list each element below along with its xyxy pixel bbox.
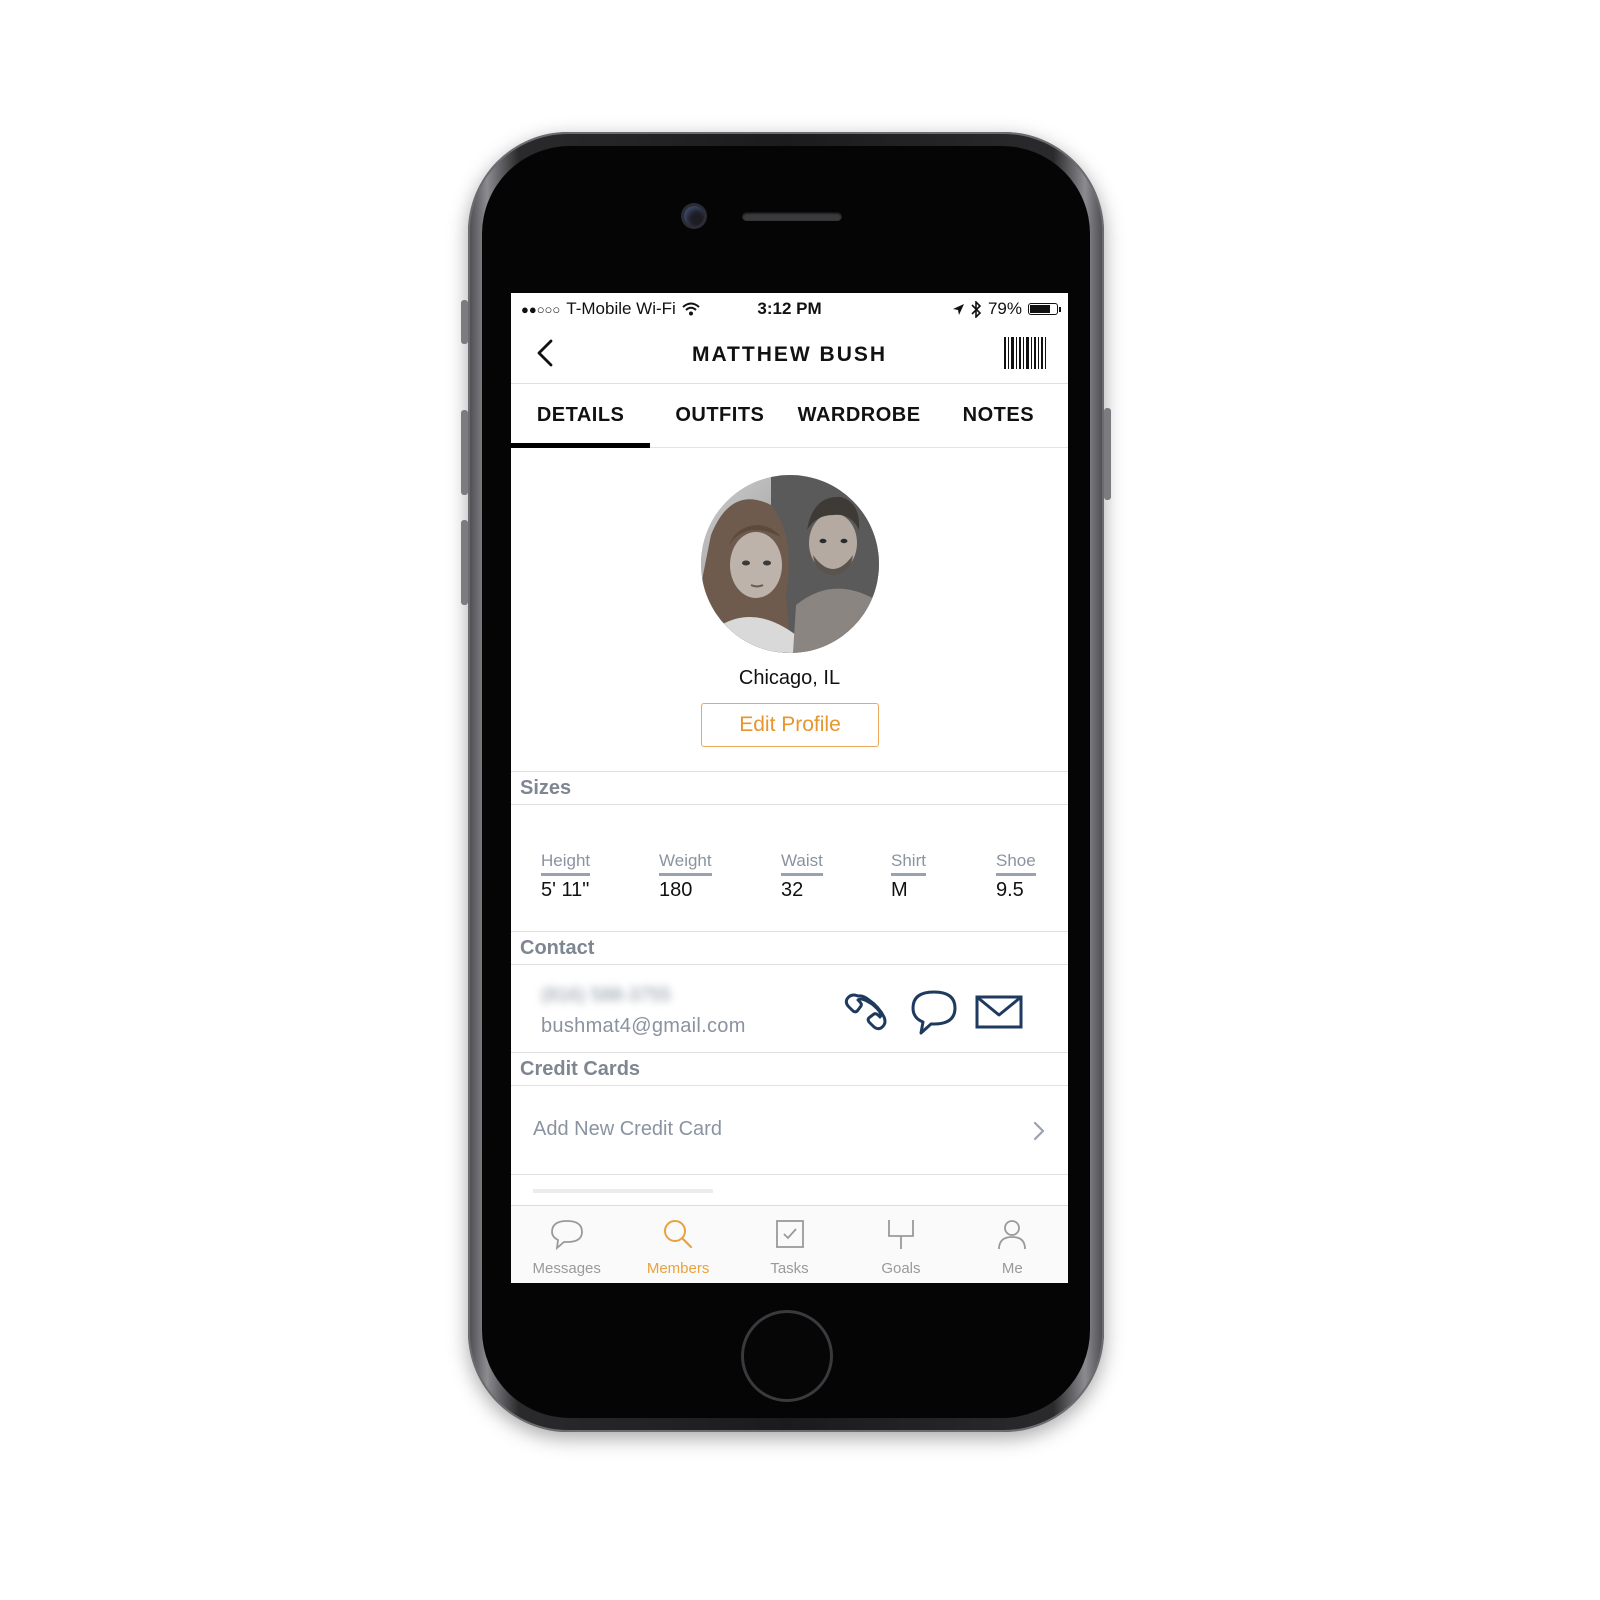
avatar (701, 475, 879, 653)
goalpost-icon (888, 1220, 914, 1249)
battery-percent: 79% (987, 299, 1022, 318)
phone-number: (816) 588-3755 (541, 985, 671, 1006)
page-title: MATTHEW BUSH (691, 343, 888, 366)
size-label: Shoe (996, 851, 1036, 876)
size-waist: Waist 32 (781, 851, 823, 902)
location-text: Chicago, IL (738, 667, 841, 689)
tab-notes[interactable]: NOTES (929, 384, 1068, 447)
navigation-bar: MATTHEW BUSH (511, 323, 1068, 384)
avatar-photo (701, 475, 879, 653)
tabbar-item-goals[interactable]: Goals (845, 1206, 956, 1283)
tabbar-label: Tasks (770, 1260, 809, 1277)
tab-outfits[interactable]: OUTFITS (650, 384, 789, 447)
barcode-icon[interactable] (1004, 337, 1046, 369)
sizes-header: Sizes (511, 771, 1068, 805)
battery-fill (1030, 305, 1050, 313)
size-label: Weight (659, 851, 712, 876)
size-label: Waist (781, 851, 823, 876)
size-shoe: Shoe 9.5 (996, 851, 1036, 902)
size-shirt: Shirt M (891, 851, 926, 902)
size-value: 9.5 (996, 879, 1024, 901)
chat-bubble-icon (550, 1220, 583, 1250)
bottom-tab-bar: Messages Members Tasks Goals Me (511, 1205, 1068, 1283)
credit-cards-header: Credit Cards (511, 1052, 1068, 1086)
size-value: 180 (659, 879, 693, 901)
size-height: Height 5' 11" (541, 851, 591, 902)
status-right: 79% (952, 299, 1061, 319)
tabbar-item-tasks[interactable]: Tasks (734, 1206, 845, 1283)
tab-details[interactable]: DETAILS (511, 384, 651, 448)
size-value: M (891, 879, 908, 901)
email-text: bushmat4@gmail.com (541, 1015, 746, 1037)
edit-profile-button[interactable]: Edit Profile (701, 703, 879, 747)
mute-switch (461, 300, 468, 344)
size-label: Height (541, 851, 591, 876)
volume-up-button (461, 410, 468, 495)
tabbar-label: Members (646, 1260, 710, 1277)
profile-section: Chicago, IL Edit Profile (511, 447, 1068, 783)
sizes-section: Height 5' 11" Weight 180 Waist 32 Shirt … (511, 816, 1068, 931)
size-value: 32 (781, 879, 804, 901)
bluetooth-icon (971, 300, 982, 318)
home-button[interactable] (741, 1310, 833, 1402)
person-icon (998, 1220, 1027, 1250)
checkbox-icon (775, 1220, 804, 1248)
tab-wardrobe[interactable]: WARDROBE (790, 384, 929, 447)
size-label: Shirt (891, 851, 926, 876)
app-screen: ●●○○○ T-Mobile Wi-Fi 3:12 PM 79% MATTHEW… (511, 293, 1068, 1283)
size-weight: Weight 180 (659, 851, 712, 902)
earpiece-speaker (742, 212, 842, 221)
search-icon (664, 1220, 693, 1249)
message-bubble-icon[interactable] (909, 987, 959, 1037)
add-credit-card-row[interactable]: Add New Credit Card (511, 1086, 1068, 1175)
tabbar-item-me[interactable]: Me (957, 1206, 1068, 1283)
tabbar-item-messages[interactable]: Messages (511, 1206, 622, 1283)
mail-icon[interactable] (973, 987, 1025, 1037)
tabbar-label: Me (1001, 1260, 1023, 1277)
contact-section: (816) 588-3755 bushmat4@gmail.com (511, 965, 1068, 1051)
add-credit-card-label: Add New Credit Card (533, 1118, 722, 1140)
location-arrow-icon (952, 303, 964, 315)
contact-header: Contact (511, 931, 1068, 965)
phone-icon[interactable] (841, 987, 891, 1037)
tabbar-item-members[interactable]: Members (622, 1206, 733, 1283)
front-camera (684, 206, 704, 226)
size-value: 5' 11" (541, 879, 590, 901)
volume-down-button (461, 520, 468, 605)
battery-icon (1028, 303, 1061, 315)
partial-list-row (533, 1189, 713, 1193)
chevron-right-icon (1033, 1121, 1045, 1141)
tabbar-label: Messages (532, 1260, 601, 1277)
tabbar-label: Goals (881, 1260, 921, 1277)
power-button (1104, 408, 1111, 500)
status-bar: ●●○○○ T-Mobile Wi-Fi 3:12 PM 79% (511, 293, 1068, 323)
segment-tabs: DETAILS OUTFITS WARDROBE NOTES (511, 384, 1068, 448)
